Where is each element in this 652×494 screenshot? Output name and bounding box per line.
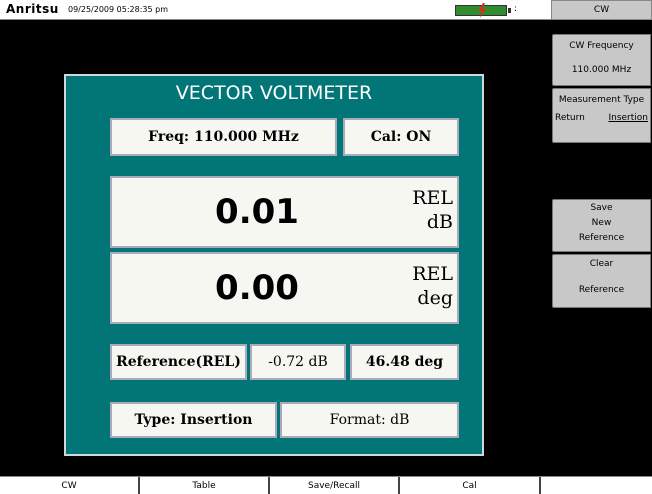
measurement-type-label: Measurement Type (558, 95, 645, 105)
measurement-type-options: Return Insertion (553, 113, 650, 123)
type-box: Type: Insertion (110, 402, 277, 438)
cw-frequency-label: CW Frequency (569, 41, 634, 51)
reference-line: Reference (578, 233, 625, 243)
save-line: Save (590, 203, 613, 213)
magnitude-unit-top: REL (412, 187, 453, 209)
magnitude-unit-bottom: dB (426, 211, 453, 233)
brand-logo: Anritsu (6, 2, 59, 16)
magnitude-value: 0.01 (215, 192, 299, 232)
clear-line: Clear (589, 259, 614, 269)
reference-deg-value: 46.48 deg (350, 344, 459, 380)
format-box: Format: dB (280, 402, 459, 438)
cw-frequency-value: 110.000 MHz (571, 65, 632, 75)
charging-bolt-icon (478, 3, 486, 18)
phase-unit-top: REL (412, 263, 453, 285)
vector-voltmeter-panel: VECTOR VOLTMETER Freq: 110.000 MHz Cal: … (64, 74, 484, 456)
datetime-readout: 09/25/2009 05:28:35 pm (68, 5, 168, 14)
tab-cw[interactable]: CW (0, 477, 140, 494)
tab-cal[interactable]: Cal (400, 477, 541, 494)
clear-reference-softkey[interactable]: Clear Reference (552, 254, 651, 308)
softkey-menu: CW CW Frequency 110.000 MHz Measurement … (551, 0, 652, 494)
option-return: Return (555, 113, 585, 123)
status-bar: Anritsu 09/25/2009 05:28:35 pm : (0, 0, 551, 20)
clear-reference-line: Reference (578, 285, 625, 295)
battery-tip (508, 8, 511, 13)
phase-unit-bottom: deg (417, 287, 453, 309)
new-line: New (591, 218, 612, 228)
phase-value: 0.00 (215, 268, 299, 308)
phase-unit: REL deg (412, 262, 453, 310)
frequency-box: Freq: 110.000 MHz (110, 118, 337, 156)
tab-table[interactable]: Table (140, 477, 270, 494)
bottom-tab-bar: CW Table Save/Recall Cal (0, 476, 652, 494)
magnitude-readout: 0.01 REL dB (110, 176, 459, 248)
magnitude-unit: REL dB (412, 186, 453, 234)
cal-status-box: Cal: ON (343, 118, 459, 156)
measurement-type-softkey[interactable]: Measurement Type Return Insertion (552, 88, 651, 143)
panel-title: VECTOR VOLTMETER (175, 82, 373, 104)
menu-title: CW (551, 0, 652, 20)
cw-frequency-softkey[interactable]: CW Frequency 110.000 MHz (552, 34, 651, 86)
reference-db-value: -0.72 dB (250, 344, 346, 380)
tab-save-recall[interactable]: Save/Recall (270, 477, 400, 494)
tab-empty[interactable] (541, 477, 652, 494)
save-new-reference-softkey[interactable]: Save New Reference (552, 199, 651, 252)
option-insertion: Insertion (608, 113, 648, 123)
reference-label: Reference(REL) (110, 344, 247, 380)
battery-indicator: : (514, 4, 518, 14)
battery-icon (455, 3, 507, 18)
phase-readout: 0.00 REL deg (110, 252, 459, 324)
